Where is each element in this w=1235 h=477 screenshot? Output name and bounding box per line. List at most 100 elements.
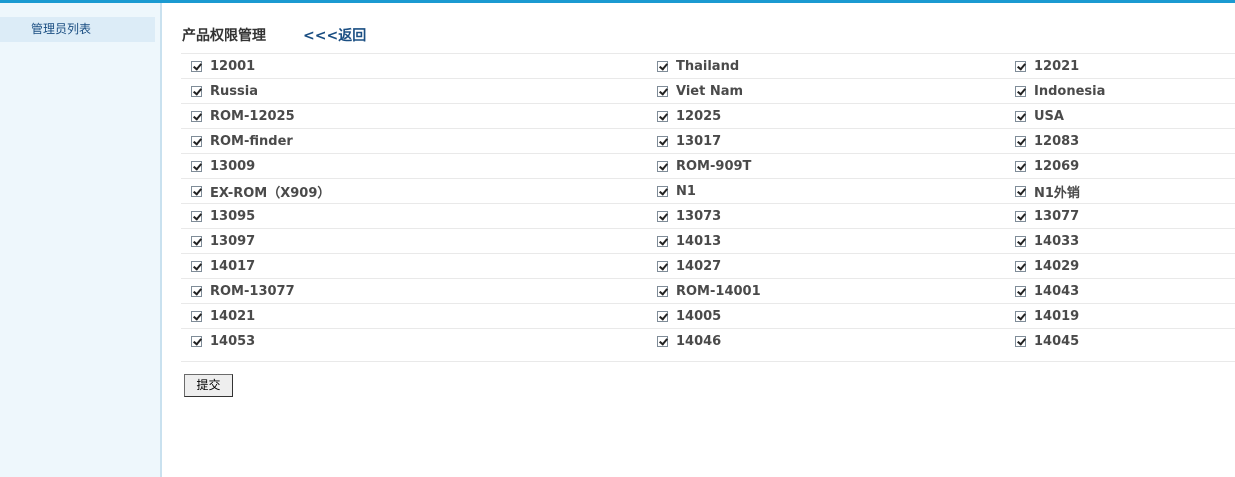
permission-checkbox[interactable] <box>657 310 668 322</box>
permission-row: 14021 14005 14019 <box>181 303 1235 328</box>
permission-checkbox[interactable] <box>191 260 202 272</box>
permission-option[interactable]: Indonesia <box>1015 79 1105 103</box>
permission-checkbox[interactable] <box>1015 235 1026 247</box>
permission-checkbox[interactable] <box>191 110 202 122</box>
top-accent-bar <box>0 0 1235 3</box>
permission-option[interactable]: 14033 <box>1015 229 1079 253</box>
permission-label: ROM-909T <box>676 158 752 174</box>
permission-option[interactable]: 13017 <box>657 129 721 153</box>
permission-row: ROM-finder 13017 12083 <box>181 128 1235 153</box>
permission-option[interactable]: Viet Nam <box>657 79 743 103</box>
permission-option[interactable]: 14053 <box>191 329 255 353</box>
sidebar-item-admin-list[interactable]: 管理员列表 <box>0 17 155 42</box>
permission-checkbox[interactable] <box>657 60 668 72</box>
permission-label: 12021 <box>1034 58 1080 74</box>
permission-checkbox[interactable] <box>1015 160 1026 172</box>
permission-checkbox[interactable] <box>657 85 668 97</box>
permission-checkbox[interactable] <box>657 285 668 297</box>
permission-option[interactable]: 13095 <box>191 204 255 228</box>
permission-checkbox[interactable] <box>1015 85 1026 97</box>
permission-option[interactable]: 14027 <box>657 254 721 278</box>
permission-option[interactable]: 14043 <box>1015 279 1079 303</box>
permission-checkbox[interactable] <box>1015 310 1026 322</box>
permission-checkbox[interactable] <box>191 185 202 197</box>
permission-checkbox[interactable] <box>1015 110 1026 122</box>
permission-option[interactable]: ROM-12025 <box>191 104 295 128</box>
permission-option[interactable]: 13009 <box>191 154 255 178</box>
permission-option[interactable]: ROM-909T <box>657 154 751 178</box>
permission-option[interactable]: 14045 <box>1015 329 1079 353</box>
back-link[interactable]: <<<返回 <box>303 25 366 45</box>
permission-label: USA <box>1034 108 1064 124</box>
permission-checkbox[interactable] <box>657 235 668 247</box>
permission-row: ROM-13077 ROM-14001 14043 <box>181 278 1235 303</box>
permission-checkbox[interactable] <box>1015 210 1026 222</box>
permission-option[interactable]: 14013 <box>657 229 721 253</box>
permission-option[interactable]: 14046 <box>657 329 721 353</box>
permission-label: 14005 <box>676 308 722 324</box>
permission-label: 14045 <box>1034 333 1080 349</box>
permission-checkbox[interactable] <box>1015 260 1026 272</box>
permission-checkbox[interactable] <box>1015 335 1026 347</box>
permission-row: 13095 13073 13077 <box>181 203 1235 228</box>
permission-option[interactable]: 13097 <box>191 229 255 253</box>
permission-option[interactable]: Thailand <box>657 54 739 78</box>
permission-option[interactable]: 14021 <box>191 304 255 328</box>
permission-label: 14017 <box>210 258 256 274</box>
permission-option[interactable]: 13073 <box>657 204 721 228</box>
permission-label: 12069 <box>1034 158 1080 174</box>
permission-row: Russia Viet Nam Indonesia <box>181 78 1235 103</box>
permission-checkbox[interactable] <box>1015 285 1026 297</box>
permission-checkbox[interactable] <box>657 110 668 122</box>
permission-checkbox[interactable] <box>657 210 668 222</box>
permission-checkbox[interactable] <box>657 335 668 347</box>
permission-label: EX-ROM（X909） <box>210 185 331 201</box>
permission-table: 12001 Thailand 12021 Russia Viet Nam Indonesi… <box>181 53 1235 362</box>
permission-checkbox[interactable] <box>1015 60 1026 72</box>
permission-option[interactable]: EX-ROM（X909） <box>191 179 330 203</box>
permission-row: 14017 14027 14029 <box>181 253 1235 278</box>
permission-option[interactable]: N1外销 <box>1015 179 1080 203</box>
permission-checkbox[interactable] <box>191 285 202 297</box>
permission-option[interactable]: 12001 <box>191 54 255 78</box>
permission-option[interactable]: USA <box>1015 104 1064 128</box>
permission-option[interactable]: 14029 <box>1015 254 1079 278</box>
permission-checkbox[interactable] <box>191 310 202 322</box>
permission-option[interactable]: N1 <box>657 179 696 203</box>
permission-checkbox[interactable] <box>1015 185 1026 197</box>
permission-label: Viet Nam <box>676 83 744 99</box>
permission-label: 14046 <box>676 333 722 349</box>
permission-option[interactable]: 12069 <box>1015 154 1079 178</box>
permission-checkbox[interactable] <box>657 260 668 272</box>
permission-checkbox[interactable] <box>191 85 202 97</box>
permission-option[interactable]: Russia <box>191 79 258 103</box>
permission-option[interactable]: 12021 <box>1015 54 1079 78</box>
permission-checkbox[interactable] <box>191 235 202 247</box>
permission-label: ROM-12025 <box>210 108 295 124</box>
permission-option[interactable]: ROM-13077 <box>191 279 295 303</box>
permission-row: 12001 Thailand 12021 <box>181 53 1235 78</box>
permission-option[interactable]: 13077 <box>1015 204 1079 228</box>
permission-checkbox[interactable] <box>191 335 202 347</box>
permission-option[interactable]: 12025 <box>657 104 721 128</box>
permission-option[interactable]: 14019 <box>1015 304 1079 328</box>
permission-option[interactable]: ROM-14001 <box>657 279 761 303</box>
permission-label: ROM-13077 <box>210 283 295 299</box>
permission-checkbox[interactable] <box>191 135 202 147</box>
permission-checkbox[interactable] <box>1015 135 1026 147</box>
permission-option[interactable]: 14005 <box>657 304 721 328</box>
permission-option[interactable]: ROM-finder <box>191 129 293 153</box>
permission-label: 13009 <box>210 158 256 174</box>
permission-option[interactable]: 14017 <box>191 254 255 278</box>
permission-checkbox[interactable] <box>657 135 668 147</box>
permission-label: Russia <box>210 83 258 99</box>
permission-checkbox[interactable] <box>191 60 202 72</box>
permission-option[interactable]: 12083 <box>1015 129 1079 153</box>
permission-checkbox[interactable] <box>191 160 202 172</box>
permission-checkbox[interactable] <box>657 160 668 172</box>
permission-label: 13077 <box>1034 208 1080 224</box>
page-title: 产品权限管理 <box>182 28 266 44</box>
permission-checkbox[interactable] <box>191 210 202 222</box>
submit-button[interactable]: 提交 <box>184 374 233 397</box>
permission-checkbox[interactable] <box>657 185 668 197</box>
